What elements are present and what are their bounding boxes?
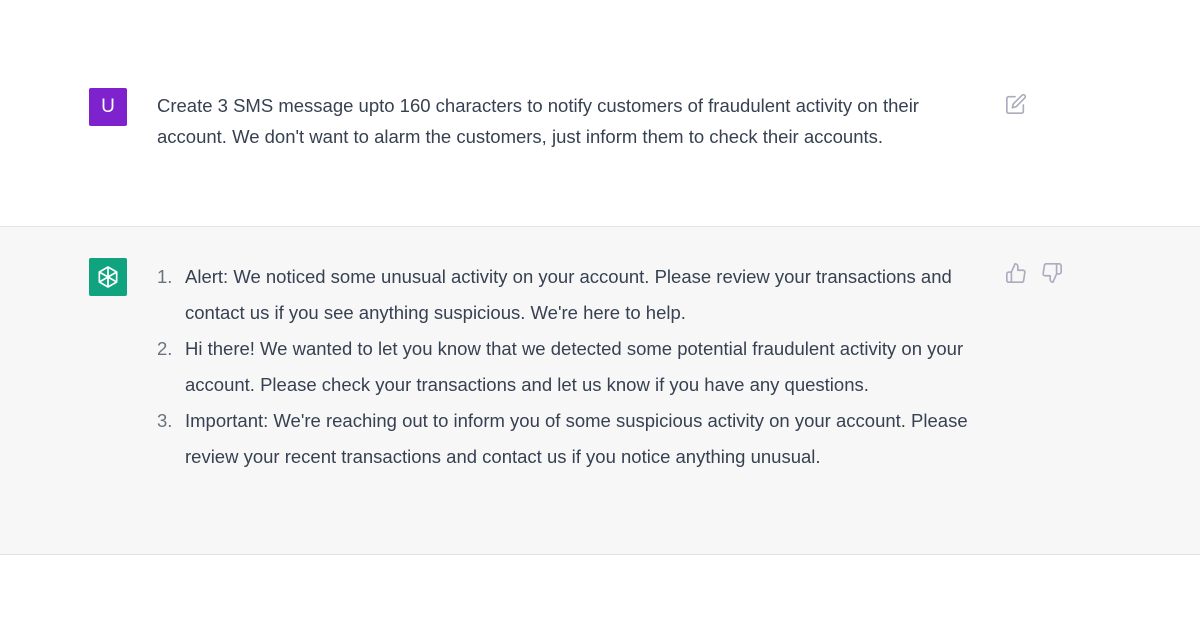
list-item-text: Important: We're reaching out to inform … — [185, 410, 968, 467]
answer-list: 1. Alert: We noticed some unusual activi… — [157, 259, 997, 475]
assistant-message-row: 1. Alert: We noticed some unusual activi… — [0, 227, 1200, 555]
list-item-number: 2. — [157, 338, 173, 359]
chat-conversation: U Create 3 SMS message upto 160 characte… — [0, 0, 1200, 620]
openai-logo-icon — [89, 258, 127, 296]
user-message-row: U Create 3 SMS message upto 160 characte… — [0, 0, 1200, 227]
edit-icon[interactable] — [1005, 93, 1027, 115]
list-item-number: 1. — [157, 266, 173, 287]
list-item: 3. Important: We're reaching out to info… — [157, 403, 997, 475]
user-avatar: U — [89, 88, 127, 126]
list-item-text: Alert: We noticed some unusual activity … — [185, 266, 952, 323]
thumbs-down-icon[interactable] — [1041, 262, 1063, 284]
user-message-text: Create 3 SMS message upto 160 characters… — [157, 95, 919, 147]
list-item-number: 3. — [157, 410, 173, 431]
list-item-text: Hi there! We wanted to let you know that… — [185, 338, 964, 395]
thumbs-up-icon[interactable] — [1005, 262, 1027, 284]
list-item: 1. Alert: We noticed some unusual activi… — [157, 259, 997, 331]
list-item: 2. Hi there! We wanted to let you know t… — [157, 331, 997, 403]
